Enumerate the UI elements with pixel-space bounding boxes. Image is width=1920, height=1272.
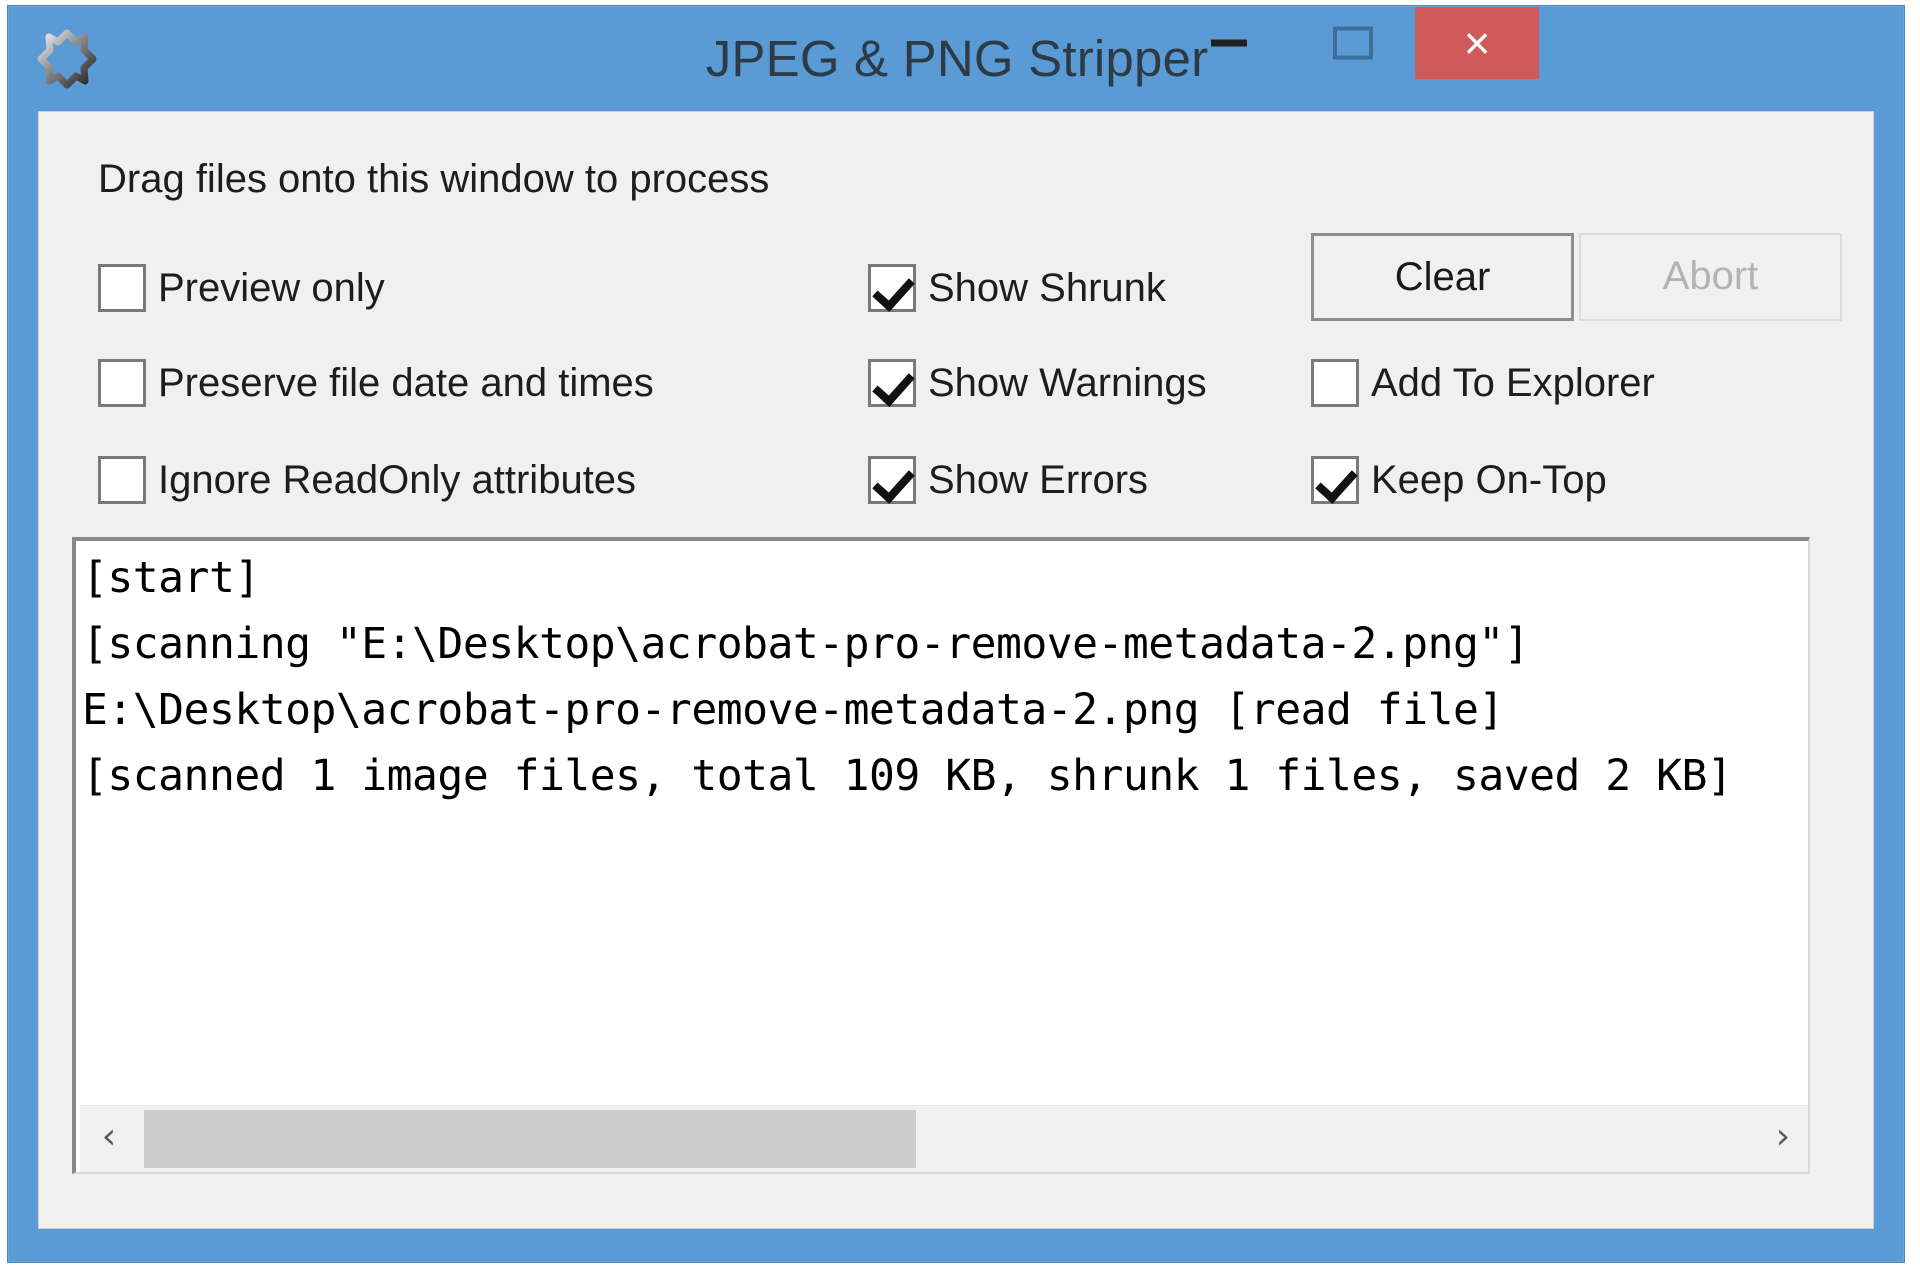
log-text: [start] [scanning "E:\Desktop\acrobat-pr…: [82, 553, 1733, 801]
close-icon: ×: [1463, 17, 1491, 69]
checkbox-label: Keep On-Top: [1371, 457, 1607, 502]
checkbox-box[interactable]: [1311, 359, 1359, 407]
checkbox-add-to-explorer[interactable]: Add To Explorer: [1311, 359, 1655, 407]
close-button[interactable]: ×: [1415, 7, 1539, 79]
checkbox-label: Show Warnings: [928, 360, 1207, 405]
checkbox-box[interactable]: [868, 359, 916, 407]
drag-files-hint: Drag files onto this window to process: [98, 157, 770, 201]
checkbox-show-warnings[interactable]: Show Warnings: [868, 359, 1207, 407]
checkbox-label: Preview only: [158, 265, 385, 310]
checkbox-label: Preserve file date and times: [158, 360, 654, 405]
scrollbar-thumb[interactable]: [144, 1110, 916, 1168]
checkbox-box[interactable]: [1311, 456, 1359, 504]
checkbox-label: Show Errors: [928, 457, 1149, 502]
minimize-icon: [1211, 39, 1247, 47]
checkbox-label: Add To Explorer: [1371, 360, 1655, 405]
checkbox-keep-on-top[interactable]: Keep On-Top: [1311, 456, 1607, 504]
window-title: JPEG & PNG Stripper: [705, 30, 1209, 87]
minimize-button[interactable]: [1167, 7, 1291, 79]
scroll-left-arrow-icon[interactable]: ‹: [80, 1106, 138, 1172]
scroll-right-arrow-icon[interactable]: ›: [1754, 1106, 1808, 1172]
checkbox-label: Show Shrunk: [928, 265, 1166, 310]
checkbox-preserve-file-dates[interactable]: Preserve file date and times: [98, 359, 654, 407]
checkbox-box[interactable]: [98, 456, 146, 504]
maximize-button[interactable]: [1291, 7, 1415, 79]
checkbox-box[interactable]: [868, 456, 916, 504]
log-output-area[interactable]: [start] [scanning "E:\Desktop\acrobat-pr…: [72, 537, 1810, 1174]
checkbox-show-shrunk[interactable]: Show Shrunk: [868, 264, 1166, 312]
abort-button: Abort: [1579, 233, 1842, 321]
checkbox-box[interactable]: [98, 359, 146, 407]
maximize-icon: [1333, 26, 1373, 60]
checkbox-show-errors[interactable]: Show Errors: [868, 456, 1148, 504]
clear-button[interactable]: Clear: [1311, 233, 1574, 321]
checkbox-ignore-readonly[interactable]: Ignore ReadOnly attributes: [98, 456, 636, 504]
checkbox-box[interactable]: [868, 264, 916, 312]
horizontal-scrollbar[interactable]: ‹ ›: [80, 1105, 1808, 1172]
client-panel: Drag files onto this window to process P…: [38, 111, 1874, 1229]
title-bar[interactable]: JPEG & PNG Stripper ×: [8, 6, 1906, 111]
checkbox-box[interactable]: [98, 264, 146, 312]
checkbox-preview-only[interactable]: Preview only: [98, 264, 385, 312]
checkbox-label: Ignore ReadOnly attributes: [158, 457, 637, 502]
application-window: JPEG & PNG Stripper × Drag files onto th…: [7, 5, 1905, 1263]
